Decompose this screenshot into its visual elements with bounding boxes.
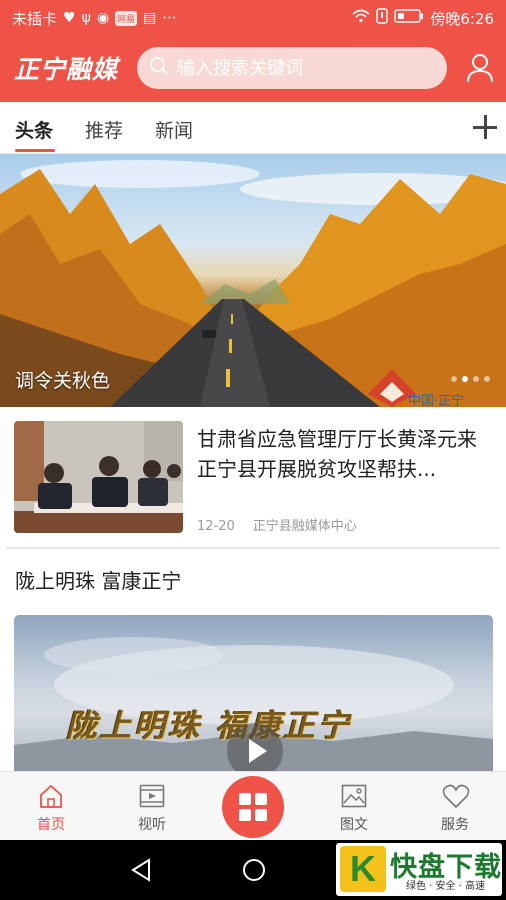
nav-label-services: 服务 <box>441 817 469 833</box>
app-logo: 正宁融媒 <box>14 55 119 84</box>
user-profile-button[interactable] <box>466 53 494 83</box>
carousel-dots <box>451 376 490 382</box>
sim-icon <box>376 8 389 28</box>
add-channel-icon[interactable] <box>472 114 498 140</box>
calendar-icon: ▤ <box>143 10 157 26</box>
carousel-dot <box>484 376 490 382</box>
banner-watermark: 中国·正宁 <box>408 393 464 407</box>
grid-icon <box>239 793 267 821</box>
heart-icon <box>442 783 470 809</box>
status-left: 未插卡 ♥ ψ ◉ 网易 ▤ ··· <box>12 8 177 29</box>
status-bar: 未插卡 ♥ ψ ◉ 网易 ▤ ··· 傍晚6:26 <box>0 0 506 36</box>
news-meta: 12-20 正宁县融媒体中心 <box>197 515 357 534</box>
category-tabs: 头条 推荐 新闻 <box>0 102 506 154</box>
back-icon[interactable] <box>130 858 152 886</box>
wifi-icon <box>352 9 370 27</box>
banner-caption: 调令关秋色 <box>15 370 111 392</box>
nav-video[interactable]: 视听 <box>112 772 192 841</box>
search-bar[interactable] <box>137 47 447 89</box>
carrier-text: 未插卡 <box>12 9 58 28</box>
active-tab-indicator <box>15 149 55 152</box>
section-title: 陇上明珠 富康正宁 <box>15 569 182 593</box>
user-icon <box>466 54 494 87</box>
news-list-item[interactable]: 甘肃省应急管理厅厅长黄泽元来正宁县开展脱贫攻坚帮扶... 12-20 正宁县融媒体… <box>0 407 506 547</box>
nav-label-video: 视听 <box>138 817 166 833</box>
download-site-watermark: K 快盘下载 绿色 · 安全 · 高速 <box>336 843 502 896</box>
nav-gallery[interactable]: 图文 <box>314 772 394 841</box>
status-right: 傍晚6:26 <box>352 8 494 29</box>
nav-home[interactable]: 首页 <box>11 772 91 841</box>
home-circle-icon[interactable] <box>242 858 266 886</box>
tab-headlines[interactable]: 头条 <box>15 116 53 143</box>
carousel-dot <box>473 376 479 382</box>
play-button[interactable] <box>227 723 283 775</box>
search-input[interactable] <box>177 57 427 79</box>
news-source: 正宁县融媒体中心 <box>252 519 357 534</box>
tab-recommended[interactable]: 推荐 <box>85 116 123 143</box>
clock: 傍晚6:26 <box>430 9 494 28</box>
news-thumbnail <box>14 421 183 533</box>
nav-services[interactable]: 服务 <box>415 772 495 841</box>
video-icon <box>139 783 165 809</box>
carousel-dot <box>451 376 457 382</box>
app-screen: 未插卡 ♥ ψ ◉ 网易 ▤ ··· 傍晚6:26 正宁融媒 输入搜索关键词 头… <box>0 0 506 900</box>
carousel-dot <box>462 376 468 382</box>
usb-icon: ψ <box>81 10 91 26</box>
section-divider <box>6 547 500 549</box>
app-header: 正宁融媒 <box>0 36 506 102</box>
tab-news[interactable]: 新闻 <box>155 116 193 143</box>
news-title: 甘肃省应急管理厅厅长黄泽元来正宁县开展脱贫攻坚帮扶... <box>197 427 477 481</box>
more-notifications: ··· <box>162 9 177 27</box>
heart-rate-icon: ♥ <box>63 10 76 26</box>
app-chip: 网易 <box>115 10 138 26</box>
video-card[interactable]: 陇上明珠 福康正宁 <box>14 615 493 775</box>
news-date: 12-20 <box>197 519 235 534</box>
nav-label-home: 首页 <box>37 817 65 833</box>
video-title-overlay: 陇上明珠 福康正宁 <box>66 708 352 744</box>
home-icon <box>38 783 64 809</box>
nav-label-gallery: 图文 <box>340 817 368 833</box>
battery-icon <box>394 9 424 27</box>
app-notification-icon: ◉ <box>96 10 110 26</box>
watermark-subtitle: 绿色 · 安全 · 高速 <box>406 881 486 892</box>
banner-carousel[interactable]: 中国·正宁 调令关秋色 <box>0 154 506 407</box>
search-icon <box>149 56 169 80</box>
watermark-logo-icon: K <box>340 846 386 892</box>
center-menu-button[interactable] <box>222 776 284 838</box>
image-icon <box>341 783 367 809</box>
